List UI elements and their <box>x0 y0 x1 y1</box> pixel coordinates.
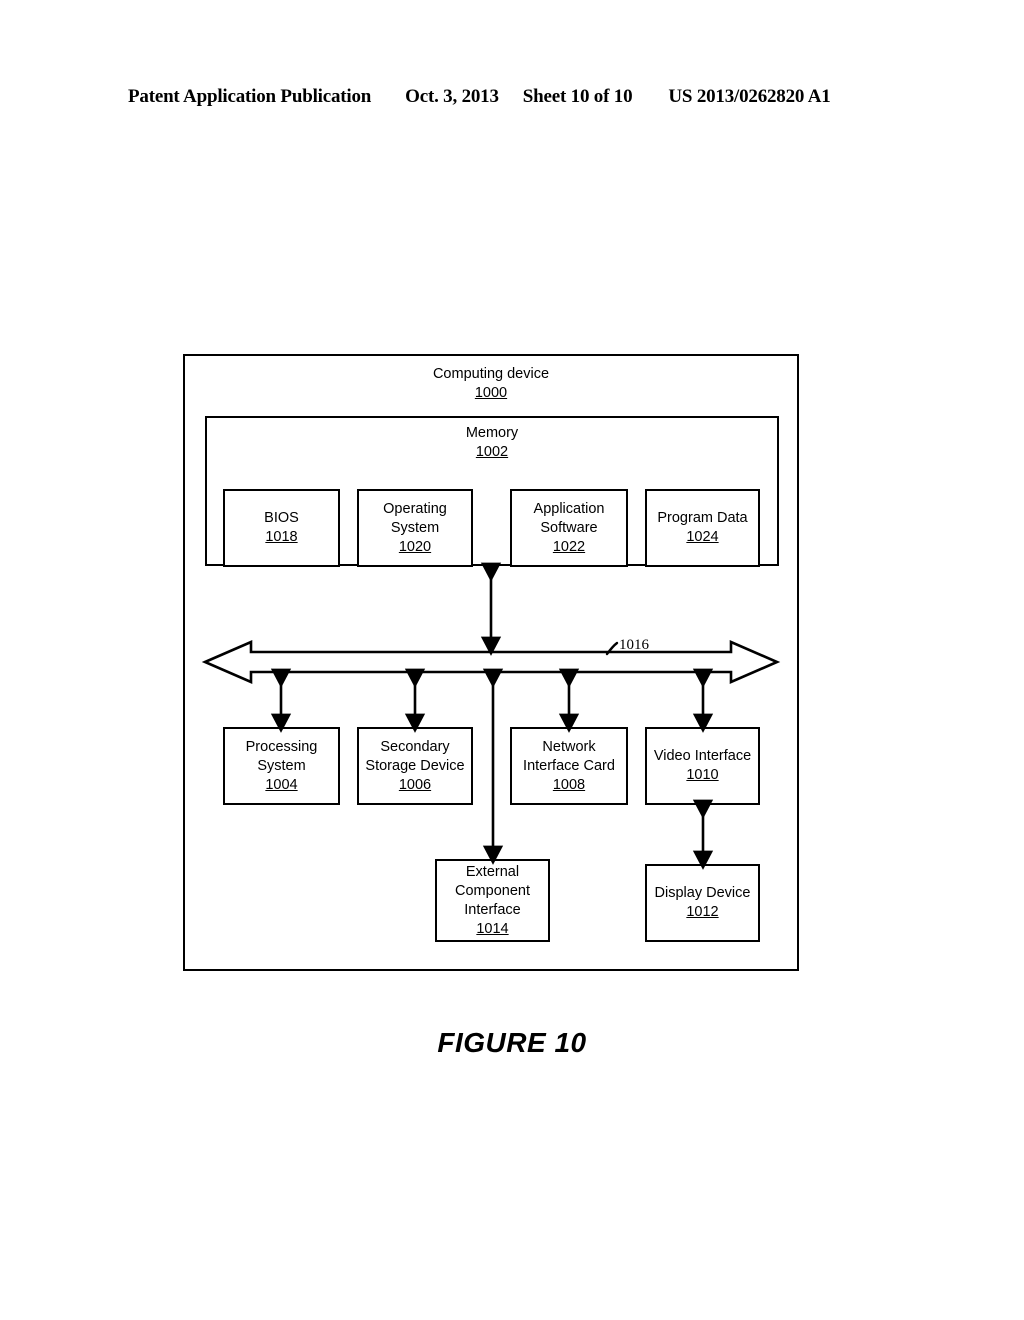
computing-device-ref: 1000 <box>474 385 508 401</box>
patent-running-header: Patent Application Publication Oct. 3, 2… <box>128 86 896 116</box>
application-software-label-line-0: Application <box>533 500 605 517</box>
memory-title-text: Memory <box>465 425 519 441</box>
memory-component-operating-system: Operating System 1020 <box>357 489 473 567</box>
memory-ref: 1002 <box>475 444 509 460</box>
peripheral-external-component-interface: External Component Interface 1014 <box>435 859 550 942</box>
peripheral-display-device: Display Device 1012 <box>645 864 760 942</box>
display-device-ref: 1012 <box>686 904 719 920</box>
display-device-label-line-0: Display Device <box>654 885 751 901</box>
memory-component-bios: BIOS 1018 <box>223 489 340 567</box>
figure-caption: FIGURE 10 <box>437 1027 587 1058</box>
secondary-storage-label-line-1: Storage Device <box>365 757 465 774</box>
memory-component-program-data: Program Data 1024 <box>645 489 760 567</box>
program-data-label-line-0: Program Data <box>657 510 748 526</box>
operating-system-label-line-1: System <box>390 519 440 536</box>
network-interface-label-line-1: Interface Card <box>523 757 615 774</box>
memory-component-application-software: Application Software 1022 <box>510 489 628 567</box>
network-interface-ref: 1008 <box>552 776 586 793</box>
operating-system-ref: 1020 <box>398 538 432 555</box>
device-network-interface-card: Network Interface Card 1008 <box>510 727 628 805</box>
processing-system-ref: 1004 <box>265 776 298 793</box>
program-data-ref: 1024 <box>686 529 719 545</box>
processing-system-label-line-0: Processing <box>245 738 318 755</box>
network-interface-label-line-0: Network <box>542 738 596 755</box>
secondary-storage-ref: 1006 <box>398 776 432 793</box>
publication-date: Oct. 3, 2013 <box>405 86 499 107</box>
application-software-ref: 1022 <box>552 538 586 555</box>
operating-system-label-line-0: Operating <box>383 500 447 517</box>
device-secondary-storage: Secondary Storage Device 1006 <box>357 727 473 805</box>
secondary-storage-label-line-0: Secondary <box>380 738 450 755</box>
computing-device-title: Computing device 1000 <box>183 365 799 403</box>
patent-number: US 2013/0262820 A1 <box>668 86 831 107</box>
processing-system-label-line-1: System <box>257 757 306 774</box>
application-software-label-line-1: Software <box>540 519 598 536</box>
external-component-label-line-1: Component <box>455 882 530 899</box>
bios-ref: 1018 <box>265 529 298 545</box>
bios-label-line-0: BIOS <box>264 510 299 526</box>
device-video-interface: Video Interface 1010 <box>645 727 760 805</box>
computing-device-title-text: Computing device <box>432 366 550 382</box>
external-component-label-line-2: Interface <box>464 901 521 918</box>
video-interface-label-line-0: Video Interface <box>653 748 752 764</box>
device-processing-system: Processing System 1004 <box>223 727 340 805</box>
sheet-number: Sheet 10 of 10 <box>522 86 633 107</box>
bus-ref-label: 1016 <box>619 637 649 653</box>
external-component-label-line-0: External <box>465 863 520 880</box>
video-interface-ref: 1010 <box>686 767 719 783</box>
publication-label: Patent Application Publication <box>128 86 372 107</box>
figure-diagram: Computing device 1000 Memory 1002 BIOS 1… <box>183 354 799 971</box>
external-component-ref: 1014 <box>476 920 509 937</box>
memory-title: Memory 1002 <box>205 424 779 462</box>
